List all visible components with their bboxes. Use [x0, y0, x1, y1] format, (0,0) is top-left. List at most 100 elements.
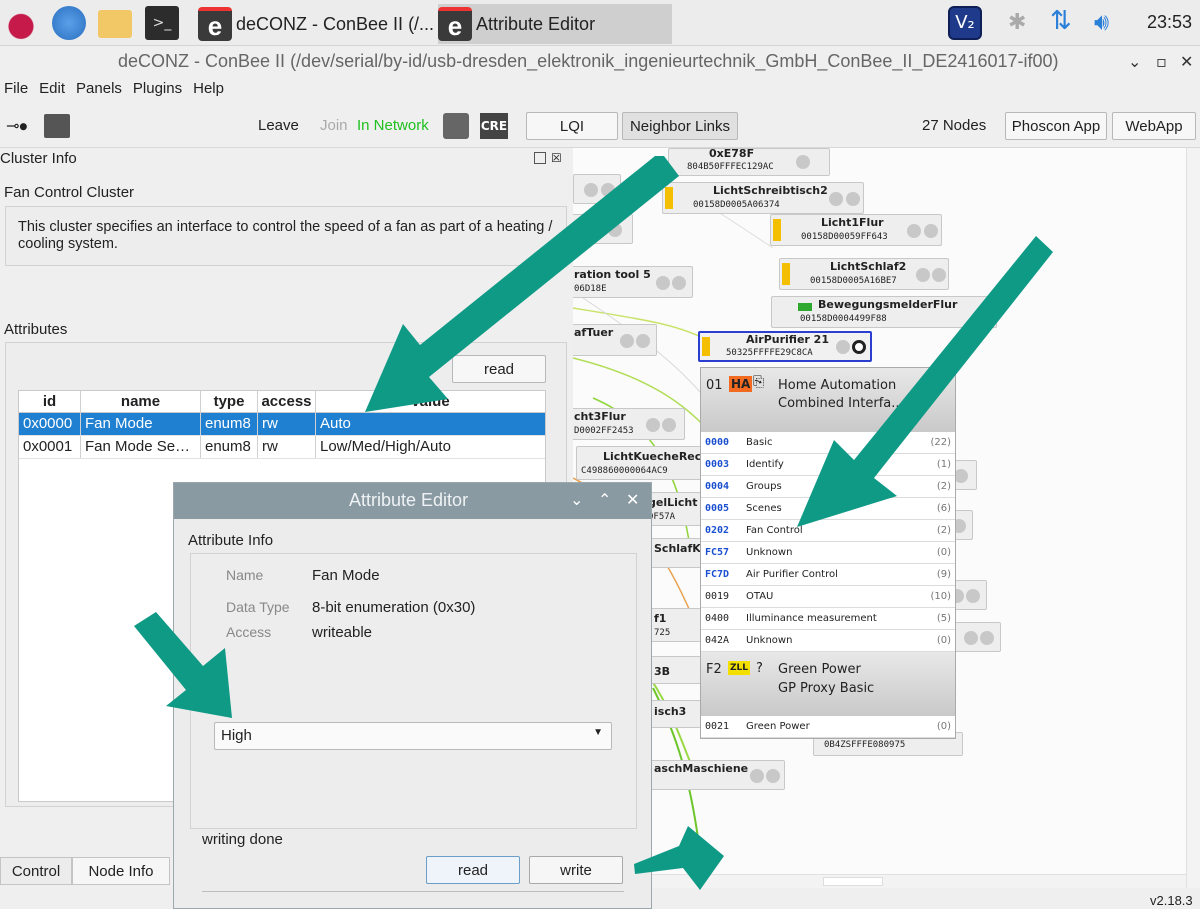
- status-dot: [601, 183, 615, 197]
- node-name: f1: [654, 612, 667, 625]
- status-dot: [656, 276, 670, 290]
- menu-help[interactable]: Help: [189, 78, 231, 102]
- table-header: id name type access value: [19, 391, 545, 413]
- read-button[interactable]: read: [426, 856, 520, 884]
- join-button[interactable]: Join: [320, 117, 348, 134]
- maximize-icon[interactable]: ▫: [1156, 52, 1167, 71]
- lqi-button[interactable]: LQI: [526, 112, 618, 140]
- scrollbar-thumb[interactable]: [823, 877, 883, 886]
- graph-node[interactable]: afTuer: [573, 324, 657, 356]
- phoscon-app-button[interactable]: Phoscon App: [1005, 112, 1107, 140]
- cell-name: Fan Mode Se…: [81, 436, 201, 458]
- chevron-down-icon[interactable]: ⌄: [570, 490, 583, 510]
- col-value[interactable]: value: [316, 391, 545, 412]
- float-icon[interactable]: [534, 152, 546, 164]
- sliders-icon[interactable]: [443, 113, 469, 139]
- leave-button[interactable]: Leave: [258, 117, 299, 134]
- graph-scrollbar-horizontal[interactable]: [573, 874, 1186, 888]
- write-button[interactable]: write: [529, 856, 623, 884]
- graph-node[interactable]: [573, 174, 621, 204]
- node-name: LichtSchreibtisch2: [713, 184, 828, 197]
- tab-node-info[interactable]: Node Info: [72, 857, 170, 885]
- cluster-id: 0400: [705, 613, 730, 624]
- network-arrows-icon[interactable]: ⇅: [1050, 6, 1072, 36]
- dialog-divider: [202, 891, 624, 892]
- cluster-count: (1): [936, 459, 951, 470]
- status-dot: [924, 224, 938, 238]
- value-select[interactable]: High ▼: [214, 722, 612, 750]
- read-attributes-button[interactable]: read: [452, 355, 546, 383]
- cell-type: enum8: [201, 436, 258, 458]
- device-icon: ⎘: [753, 374, 765, 390]
- signal-bars-icon[interactable]: [44, 114, 70, 138]
- node-address: 00158D0005A06374: [693, 200, 780, 210]
- graph-node[interactable]: 0xE78F 804B50FFFEC129AC: [668, 148, 830, 176]
- dialog-titlebar[interactable]: Attribute Editor ⌄ ⌃ ✕: [174, 483, 651, 519]
- menu-edit[interactable]: Edit: [35, 78, 72, 102]
- vnc-icon[interactable]: V₂: [948, 6, 982, 40]
- cluster-row[interactable]: 0000 Basic (22): [701, 432, 955, 454]
- close-icon[interactable]: ✕: [1180, 52, 1193, 71]
- cre-button[interactable]: CRE: [480, 113, 508, 139]
- menu-plugins[interactable]: Plugins: [129, 78, 189, 102]
- graph-node[interactable]: cht3Flur D0002FF2453: [573, 408, 685, 440]
- volume-icon[interactable]: 🔊︎: [1094, 8, 1109, 36]
- terminal-icon[interactable]: >_: [145, 6, 179, 40]
- chevron-down-icon[interactable]: ⌄: [1128, 52, 1141, 71]
- cluster-row[interactable]: 0003 Identify (1): [701, 454, 955, 476]
- node-address: 804B50FFFEC129AC: [687, 162, 774, 172]
- graph-node[interactable]: Licht1Flur 00158D00059FF643: [770, 214, 942, 246]
- col-type[interactable]: type: [201, 391, 258, 412]
- graph-node[interactable]: f1 725: [649, 608, 703, 642]
- graph-node[interactable]: BewegungsmelderFlur 00158D0004499F88: [771, 296, 997, 328]
- cluster-row[interactable]: 0005 Scenes (6): [701, 498, 955, 520]
- bluetooth-icon[interactable]: ✱: [1008, 10, 1026, 35]
- cluster-row[interactable]: 0021 Green Power (0): [701, 716, 955, 738]
- browser-globe-icon[interactable]: [52, 6, 86, 40]
- endpoint-01-header[interactable]: 01 HA ⎘ Home Automation Combined Interfa…: [701, 368, 955, 432]
- col-id[interactable]: id: [19, 391, 81, 412]
- task-deconz[interactable]: e deCONZ - ConBee II (/...: [198, 4, 436, 44]
- cluster-row[interactable]: 0019 OTAU (10): [701, 586, 955, 608]
- node-address: D0002FF2453: [574, 426, 634, 436]
- graph-node[interactable]: [573, 214, 633, 244]
- col-name[interactable]: name: [81, 391, 201, 412]
- tab-control[interactable]: Control: [0, 857, 72, 885]
- graph-node[interactable]: SchlafKa: [649, 538, 708, 568]
- webapp-button[interactable]: WebApp: [1112, 112, 1196, 140]
- graph-scrollbar-vertical[interactable]: [1186, 148, 1200, 888]
- status-dot-active: [852, 340, 866, 354]
- cluster-row[interactable]: 0400 Illuminance measurement (5): [701, 608, 955, 630]
- endpoint-f2-header[interactable]: F2 ZLL ? Green Power GP Proxy Basic: [701, 652, 955, 716]
- graph-node[interactable]: LichtKuecheRech C498860000064AC9: [576, 446, 709, 480]
- cluster-count: (6): [936, 503, 951, 514]
- raspberry-menu-icon[interactable]: [4, 6, 38, 40]
- graph-node[interactable]: isch3: [649, 700, 703, 728]
- close-icon[interactable]: ☒: [551, 151, 562, 165]
- task-attribute-editor[interactable]: e Attribute Editor: [438, 4, 672, 44]
- graph-node[interactable]: 3B: [649, 656, 703, 684]
- status-dot: [836, 340, 850, 354]
- status-dot: [954, 469, 968, 483]
- cluster-row[interactable]: 0004 Groups (2): [701, 476, 955, 498]
- menu-file[interactable]: File: [0, 78, 35, 102]
- cluster-row[interactable]: 042A Unknown (0): [701, 630, 955, 652]
- cluster-row[interactable]: FC7D Air Purifier Control (9): [701, 564, 955, 586]
- neighbor-links-button[interactable]: Neighbor Links: [622, 112, 738, 140]
- cluster-row[interactable]: FC57 Unknown (0): [701, 542, 955, 564]
- col-access[interactable]: access: [258, 391, 316, 412]
- graph-node[interactable]: LichtSchlaf2 00158D0005A16BE7: [779, 258, 949, 290]
- cluster-row-fan-control[interactable]: 0202 Fan Control (2): [701, 520, 955, 542]
- close-icon[interactable]: ✕: [626, 490, 639, 510]
- table-row[interactable]: 0x0000 Fan Mode enum8 rw Auto: [19, 413, 545, 436]
- graph-node-selected[interactable]: AirPurifier 21 50325FFFFE29C8CA: [698, 331, 872, 362]
- status-dot: [662, 418, 676, 432]
- graph-node[interactable]: aschMaschiene: [649, 760, 785, 790]
- chevron-up-icon[interactable]: ⌃: [598, 490, 611, 510]
- table-row[interactable]: 0x0001 Fan Mode Se… enum8 rw Low/Med/Hig…: [19, 436, 545, 459]
- plug-icon[interactable]: ⊸⦁: [6, 116, 27, 136]
- menu-panels[interactable]: Panels: [72, 78, 129, 102]
- graph-node[interactable]: ration tool 5 06D18E: [573, 266, 693, 298]
- file-manager-folder-icon[interactable]: [98, 10, 132, 38]
- graph-node[interactable]: LichtSchreibtisch2 00158D0005A06374: [662, 182, 864, 214]
